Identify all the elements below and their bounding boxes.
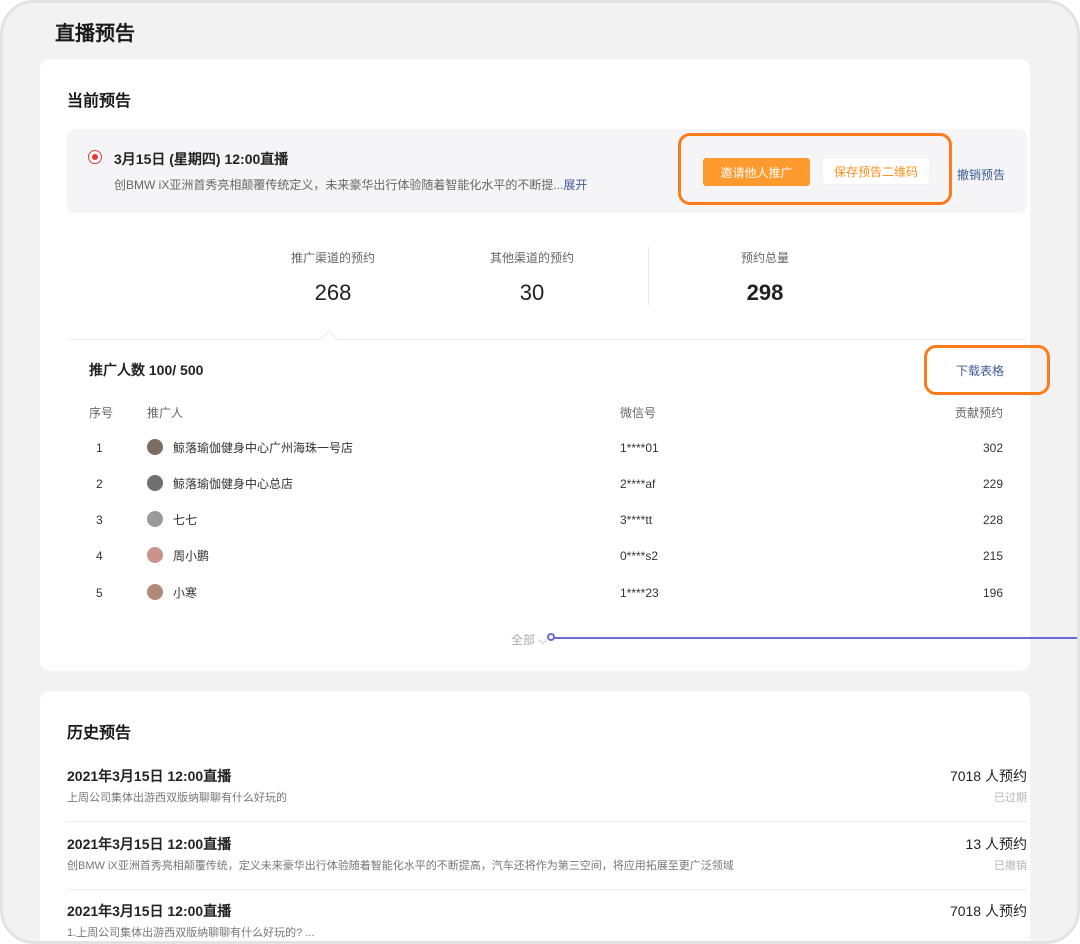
page-title: 直播预告: [55, 23, 135, 45]
preview-title: 3月15日 (星期四) 12:00直播: [114, 151, 289, 167]
stat-value: 298: [746, 280, 784, 305]
invite-promote-button[interactable]: 邀请他人推广: [703, 158, 810, 186]
avatar: [147, 547, 163, 563]
section-divider: [67, 339, 1027, 340]
stat-total: 预约总量 298: [665, 249, 865, 306]
row-index: 3: [96, 513, 103, 527]
row-wechat: 1****01: [620, 441, 659, 455]
row-wechat: 0****s2: [620, 549, 659, 563]
col-header-contribution: 贡献预约: [954, 406, 1003, 420]
table-row: 4 周小鹏 0****s2 215: [40, 547, 1030, 584]
promoter-count: 推广人数 100/ 500: [89, 362, 204, 378]
history-item[interactable]: 2021年3月15日 12:00直播 上周公司集体出游西双版纳聊聊有什么好玩的 …: [67, 766, 1027, 834]
table-row: 3 七七 3****tt 228: [40, 511, 1030, 548]
app-frame: 直播预告 当前预告 3月15日 (星期四) 12:00直播 创BMW iX亚洲首…: [0, 0, 1080, 944]
expand-link[interactable]: 展开: [563, 178, 587, 192]
stat-label: 其他渠道的预约: [489, 251, 574, 265]
stat-label: 推广渠道的预约: [290, 251, 375, 265]
history-card: 历史预告 2021年3月15日 12:00直播 上周公司集体出游西双版纳聊聊有什…: [40, 691, 1030, 941]
history-item[interactable]: 2021年3月15日 12:00直播 创BMW iX亚洲首秀亮相颠覆传统，定义未…: [67, 834, 1027, 902]
stat-promo-channel: 推广渠道的预约 268: [233, 249, 433, 306]
row-name: 周小鹏: [173, 549, 210, 563]
row-wechat: 3****tt: [620, 513, 653, 527]
stat-other-channel: 其他渠道的预约 30: [432, 249, 632, 306]
history-section-title: 历史预告: [67, 725, 132, 742]
avatar: [147, 584, 163, 600]
history-item[interactable]: 2021年3月15日 12:00直播 1.上周公司集体出游西双版纳聊聊有什么好玩…: [67, 901, 1027, 941]
live-radio-icon[interactable]: [88, 150, 102, 164]
stat-value: 30: [519, 280, 545, 305]
avatar: [147, 439, 163, 455]
history-item-status: 已撤销: [994, 860, 1027, 872]
stat-divider: [648, 247, 649, 305]
history-item-desc: 上周公司集体出游西双版纳聊聊有什么好玩的: [67, 792, 287, 804]
avatar: [147, 511, 163, 527]
stat-caret: [319, 330, 338, 349]
col-header-promoter: 推广人: [147, 406, 184, 420]
row-wechat: 1****23: [620, 586, 659, 600]
current-section-title: 当前预告: [67, 93, 132, 110]
avatar: [147, 475, 163, 491]
history-item-count: 7018 人预约: [949, 903, 1027, 919]
table-row: 2 鲸落瑜伽健身中心总店 2****af 229: [40, 475, 1030, 512]
history-item-count: 13 人预约: [965, 836, 1027, 852]
save-qr-button[interactable]: 保存预告二维码: [822, 157, 930, 185]
history-item-title: 2021年3月15日 12:00直播: [67, 903, 232, 919]
history-item-count: 7018 人预约: [949, 768, 1027, 784]
row-name: 鲸落瑜伽健身中心总店: [173, 477, 294, 491]
cancel-preview-link[interactable]: 撤销预告: [957, 166, 1005, 183]
row-name: 七七: [173, 513, 198, 527]
table-row: 5 小寒 1****23 196: [40, 584, 1030, 621]
history-item-desc: 创BMW iX亚洲首秀亮相颠覆传统，定义未来豪华出行体验随着智能化水平的不断提高…: [67, 860, 734, 872]
history-item-desc: 1.上周公司集体出游西双版纳聊聊有什么好玩的? ...: [67, 927, 315, 939]
history-divider: [67, 821, 1027, 822]
stat-label: 预约总量: [740, 251, 789, 265]
row-index: 2: [96, 477, 103, 491]
download-table-link[interactable]: 下载表格: [956, 362, 1004, 379]
col-header-wechat: 微信号: [620, 406, 657, 420]
preview-desc-text: 创BMW iX亚洲首秀亮相颠覆传统定义，未来豪华出行体验随着智能化水平的不断提.…: [114, 178, 564, 192]
table-row: 1 鲸落瑜伽健身中心广州海珠一号店 1****01 302: [40, 439, 1030, 476]
row-contribution: 302: [982, 441, 1003, 455]
row-index: 4: [96, 549, 103, 563]
annotation-pointer-dot: [547, 633, 555, 641]
row-contribution: 229: [982, 477, 1003, 491]
history-item-title: 2021年3月15日 12:00直播: [67, 768, 232, 784]
preview-description: 创BMW iX亚洲首秀亮相颠覆传统定义，未来豪华出行体验随着智能化水平的不断提.…: [114, 176, 587, 193]
row-index: 5: [96, 586, 103, 600]
row-contribution: 215: [982, 549, 1003, 563]
annotation-pointer-line: [551, 637, 1077, 639]
current-preview-card: 当前预告 3月15日 (星期四) 12:00直播 创BMW iX亚洲首秀亮相颠覆…: [40, 59, 1050, 671]
stat-value: 268: [314, 280, 352, 305]
row-wechat: 2****af: [620, 477, 656, 491]
history-item-status: 已过期: [994, 792, 1027, 804]
row-index: 1: [96, 441, 103, 455]
history-item-title: 2021年3月15日 12:00直播: [67, 836, 232, 852]
row-name: 小寒: [173, 586, 198, 600]
show-all-toggle[interactable]: 全部 ⌵: [511, 631, 547, 648]
history-divider: [67, 889, 1027, 890]
row-contribution: 196: [982, 586, 1003, 600]
col-header-index: 序号: [89, 406, 114, 420]
row-contribution: 228: [982, 513, 1003, 527]
row-name: 鲸落瑜伽健身中心广州海珠一号店: [173, 441, 354, 455]
